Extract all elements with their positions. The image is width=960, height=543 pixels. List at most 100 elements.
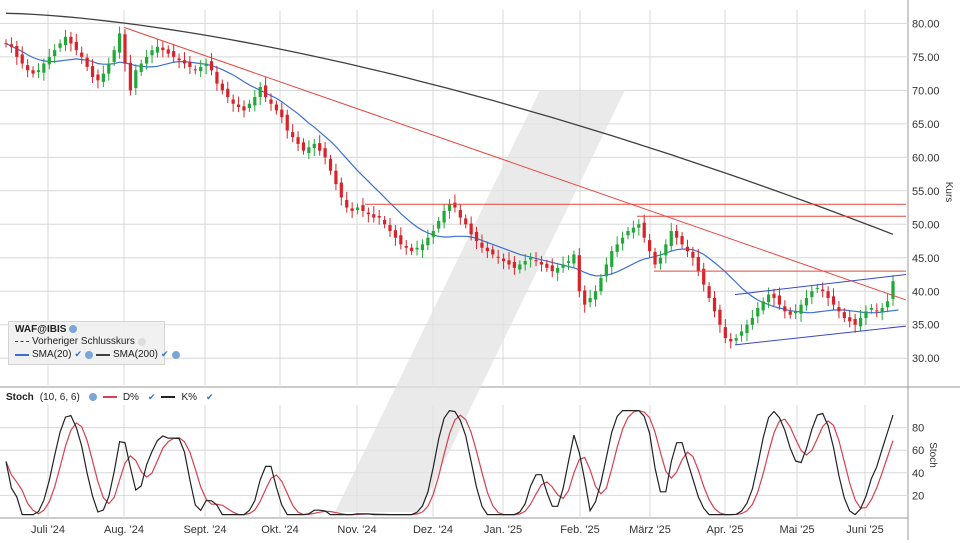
candle-body: [15, 46, 19, 57]
candle-body: [90, 66, 95, 77]
candle-body: [696, 256, 700, 272]
candle-body: [242, 106, 246, 111]
candle-body: [572, 254, 576, 264]
candle-body: [550, 265, 554, 272]
y-axis-label-stoch: Stoch: [927, 442, 938, 468]
candle-body: [253, 97, 257, 106]
candle-body: [772, 293, 776, 298]
chart-root: 30.00 35.00 40.00 45.00 50.00 55.00 60.00 65.00…: [0, 0, 960, 540]
candle-body: [826, 291, 830, 298]
candle-body: [355, 207, 360, 211]
candle-body: [350, 208, 354, 211]
x-tick-label: Sept. '24: [183, 524, 226, 536]
candle-body: [388, 225, 392, 231]
candle-body: [47, 56, 51, 65]
x-tick-label: Okt. '24: [261, 524, 299, 536]
candle-body: [382, 220, 387, 225]
candle-body: [496, 256, 500, 258]
check-icon[interactable]: ✔: [161, 349, 169, 360]
candle-body: [393, 230, 398, 238]
candle-body: [794, 311, 798, 314]
candle-body: [31, 70, 35, 74]
candle-body: [107, 63, 111, 74]
legend-item-prev-close[interactable]: Vorheriger Schlusskurs: [15, 336, 146, 347]
candle-body: [312, 143, 316, 149]
candle-body: [263, 85, 268, 98]
candle-body: [734, 338, 738, 341]
candle-body: [885, 301, 890, 308]
candle-body: [480, 242, 484, 248]
candle-body: [85, 57, 89, 67]
candle-body: [545, 263, 549, 268]
candle-body: [215, 71, 219, 84]
price-y-ticks: 30.00 35.00 40.00 45.00 50.00 55.00 60.00 65.00…: [912, 18, 940, 365]
candle-body: [36, 70, 41, 73]
candle-body: [588, 297, 592, 303]
candle-body: [848, 317, 852, 322]
candle-body: [691, 251, 695, 258]
candle-body: [712, 297, 717, 312]
candle-body: [134, 70, 138, 88]
candle-body: [4, 43, 8, 45]
candle-body: [366, 212, 370, 215]
eye-icon[interactable]: [137, 337, 146, 346]
settings-icon[interactable]: [171, 350, 180, 359]
candle-body: [653, 251, 657, 265]
settings-icon[interactable]: [69, 325, 78, 334]
candle-body: [658, 257, 663, 264]
stoch-tick-label: 20: [912, 490, 924, 502]
candle-body: [291, 132, 295, 138]
candle-body: [318, 143, 322, 151]
blue-line-icon: [15, 353, 29, 356]
candle-body: [756, 307, 760, 317]
candle-body: [453, 202, 457, 208]
candle-body: [729, 338, 733, 342]
channel-lower-line: [734, 325, 907, 346]
candle-body: [80, 52, 84, 57]
candle-body: [112, 50, 116, 62]
candle-body: [345, 199, 349, 208]
x-tick-label: Juni '25: [846, 524, 884, 536]
candle-body: [128, 62, 133, 91]
candle-body: [328, 158, 333, 171]
check-icon[interactable]: ✔: [148, 392, 156, 403]
candle-body: [804, 297, 809, 306]
candle-body: [842, 312, 846, 319]
dark-line-icon: [96, 353, 110, 356]
candle-body: [334, 170, 338, 185]
candle-body: [858, 318, 863, 327]
candle-body: [323, 148, 327, 158]
legend-title: WAF@IBIS: [15, 324, 78, 335]
candle-body: [474, 231, 479, 242]
x-axis-ticks: Juli '24 Aug. '24 Sept. '24 Okt. '24 Nov. '2…: [31, 524, 884, 536]
candle-body: [182, 60, 187, 64]
price-tick-label: 70.00: [912, 85, 940, 97]
price-tick-label: 60.00: [912, 152, 940, 164]
watermark-slash-icon: [335, 90, 625, 512]
candle-body: [26, 65, 30, 71]
candle-body: [150, 50, 154, 56]
candle-body: [750, 318, 754, 325]
candle-body: [637, 224, 641, 228]
candle-body: [615, 244, 619, 252]
black-line-icon: [161, 396, 176, 398]
candle-body: [404, 245, 408, 248]
x-tick-label: Dez. '24: [413, 524, 453, 536]
candle-body: [783, 306, 787, 312]
stoch-tick-label: 80: [912, 423, 924, 435]
candle-body: [447, 204, 452, 211]
candle-body: [534, 260, 538, 262]
legend-item-sma[interactable]: SMA(20) ✔ SMA(200) ✔: [15, 349, 180, 360]
candle-body: [869, 307, 873, 310]
candle-body: [518, 264, 522, 270]
settings-icon[interactable]: [85, 350, 93, 359]
candle-body: [761, 301, 765, 311]
price-tick-label: 75.00: [912, 52, 940, 64]
check-icon[interactable]: ✔: [206, 392, 214, 403]
candle-body: [410, 247, 414, 252]
x-tick-label: Juli '24: [31, 524, 65, 536]
candle-body: [269, 99, 273, 104]
candle-body: [172, 51, 176, 57]
check-icon[interactable]: ✔: [74, 349, 82, 360]
settings-icon[interactable]: [88, 393, 97, 401]
